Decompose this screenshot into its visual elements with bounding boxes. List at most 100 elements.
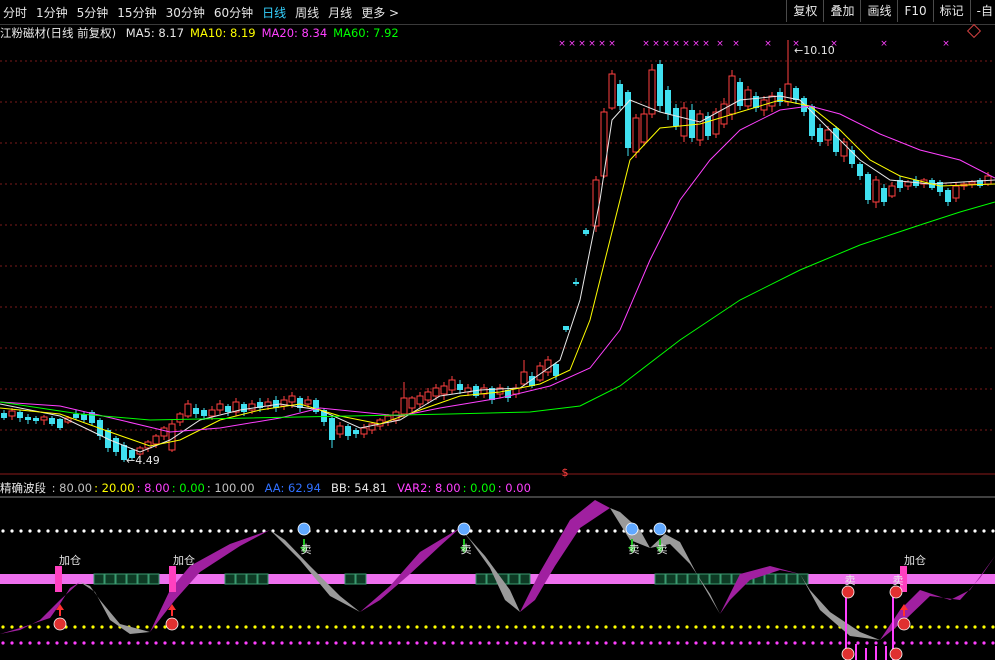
level-80-dots [703,529,707,533]
level-8-dots [514,641,518,645]
level-80-dots [190,529,194,533]
level-80-dots [712,529,716,533]
level-80-dots [685,529,689,533]
top-marker: × [578,39,586,49]
indicator-legend-item: : 0.00 [497,481,531,495]
level-20-dots [712,625,716,629]
level-8-dots [766,641,770,645]
level-20-dots [379,625,383,629]
period-tabs: 分时 1分钟 5分钟 15分钟 30分钟 60分钟 日线 周线 月线 更多 > [0,0,408,24]
level-80-dots [928,529,932,533]
level-8-dots [982,641,986,645]
level-8-dots [721,641,725,645]
level-8-dots [703,641,707,645]
level-80-dots [613,529,617,533]
tab-1[interactable]: 1分钟 [36,4,68,21]
candle-body [608,73,616,109]
level-20-dots [460,625,464,629]
level-20-dots [307,625,311,629]
level-8-dots [991,641,995,645]
level-8-dots [379,641,383,645]
candle-body [824,129,832,141]
tab-6[interactable]: 日线 [262,4,286,21]
tab-4[interactable]: 30分钟 [166,4,205,21]
level-8-dots [685,641,689,645]
level-20-dots [289,625,293,629]
toolbar-button-1[interactable]: 叠加 [823,0,860,22]
toolbar-button-0[interactable]: 复权 [786,0,823,22]
level-8-dots [325,641,329,645]
level-20-dots [208,625,212,629]
top-marker: × [716,39,724,49]
candle-body [40,416,48,421]
level-8-dots [955,641,959,645]
level-20-dots [478,625,482,629]
level-80-dots [559,529,563,533]
toolbar-button-5[interactable]: -自 [969,0,995,22]
level-20-dots [721,625,725,629]
level-80-dots [64,529,68,533]
level-80-dots [775,529,779,533]
candle-body [113,438,119,452]
candle-body [25,417,31,420]
toolbar-button-2[interactable]: 画线 [860,0,897,22]
level-20-dots [10,625,14,629]
tab-8[interactable]: 月线 [328,4,352,21]
level-8-dots [136,641,140,645]
candle-body [696,113,704,141]
level-8-dots [397,641,401,645]
sell-label: 卖 [461,543,472,556]
level-20-dots [991,625,995,629]
band-square [257,573,269,585]
level-20-dots [28,625,32,629]
top-marker: × [662,39,670,49]
level-20-dots [964,625,968,629]
toolbar-button-4[interactable]: 标记 [932,0,970,22]
level-20-dots [100,625,104,629]
candle-body [583,230,589,234]
candle-body [865,174,871,200]
tab-5[interactable]: 60分钟 [214,4,253,21]
candle-body [216,403,224,411]
level-20-dots [586,625,590,629]
tab-2[interactable]: 5分钟 [77,4,109,21]
level-8-dots [406,641,410,645]
candle-body [520,371,528,385]
level-20-dots [82,625,86,629]
level-20-dots [253,625,257,629]
candle-body [563,326,569,330]
candle-body [689,110,695,138]
level-80-dots [964,529,968,533]
sell-label: 卖 [657,543,668,556]
level-20-dots [685,625,689,629]
level-20-dots [793,625,797,629]
buy-ball-marker [53,617,67,631]
tab-9[interactable]: 更多 > [361,4,399,21]
oscillator-ribbon [460,528,520,612]
kline-chart[interactable]: × × × × × × × × × × × × × × × × × × × ×←10.10←4.49$加仓 加仓 加仓卖卖… [0,24,995,660]
tab-3[interactable]: 15分钟 [117,4,156,21]
tab-0[interactable]: 分时 [3,4,27,21]
top-marker: × [598,39,606,49]
candle-body [728,75,736,115]
level-8-dots [199,641,203,645]
level-8-dots [37,641,41,645]
level-20-dots [37,625,41,629]
level-8-dots [352,641,356,645]
level-80-dots [496,529,500,533]
candle-body [833,128,839,152]
band-square [687,573,699,585]
level-20-dots [676,625,680,629]
band-square [519,573,531,585]
buy-ball-marker [897,617,911,631]
level-20-dots [856,625,860,629]
level-20-dots [199,625,203,629]
level-8-dots [829,641,833,645]
band-square [137,573,149,585]
level-8-dots [577,641,581,645]
level-20-dots [298,625,302,629]
level-8-dots [604,641,608,645]
level-8-dots [496,641,500,645]
tab-7[interactable]: 周线 [295,4,319,21]
toolbar-button-3[interactable]: F10 [897,0,932,22]
